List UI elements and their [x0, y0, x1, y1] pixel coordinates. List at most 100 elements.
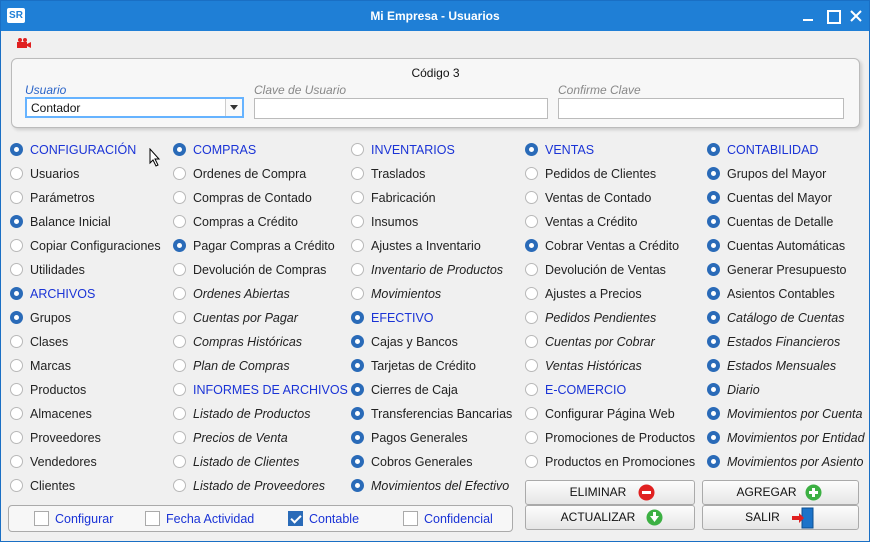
- section-header-label[interactable]: ARCHIVOS: [30, 287, 95, 301]
- title-bar[interactable]: SR Mi Empresa - Usuarios: [1, 1, 869, 31]
- radio-unchecked[interactable]: [10, 191, 23, 204]
- permission-label[interactable]: Precios de Venta: [193, 431, 288, 445]
- radio-unchecked[interactable]: [10, 335, 23, 348]
- section-header-label[interactable]: INVENTARIOS: [371, 143, 455, 157]
- section-header-label[interactable]: EFECTIVO: [371, 311, 434, 325]
- usuario-select[interactable]: Contador: [25, 97, 244, 118]
- radio-checked[interactable]: [351, 359, 364, 372]
- permission-label[interactable]: Ajustes a Inventario: [371, 239, 481, 253]
- radio-checked[interactable]: [707, 143, 720, 156]
- permission-label[interactable]: Clases: [30, 335, 68, 349]
- fecha-actividad-checkbox[interactable]: [145, 511, 160, 526]
- confidencial-label[interactable]: Confidencial: [424, 512, 493, 526]
- salir-button[interactable]: SALIR: [702, 505, 859, 530]
- permission-label[interactable]: Productos en Promociones: [545, 455, 695, 469]
- radio-unchecked[interactable]: [351, 191, 364, 204]
- radio-unchecked[interactable]: [10, 263, 23, 276]
- camera-icon[interactable]: [16, 37, 32, 49]
- contable-checkbox[interactable]: [288, 511, 303, 526]
- permission-label[interactable]: Ventas a Crédito: [545, 215, 637, 229]
- fecha-actividad-label[interactable]: Fecha Actividad: [166, 512, 254, 526]
- permission-label[interactable]: Compras de Contado: [193, 191, 312, 205]
- permission-label[interactable]: Pagar Compras a Crédito: [193, 239, 335, 253]
- permission-label[interactable]: Generar Presupuesto: [727, 263, 847, 277]
- permission-label[interactable]: Ajustes a Precios: [545, 287, 642, 301]
- radio-unchecked[interactable]: [351, 239, 364, 252]
- radio-unchecked[interactable]: [173, 191, 186, 204]
- radio-unchecked[interactable]: [173, 287, 186, 300]
- permission-label[interactable]: Movimientos por Entidad: [727, 431, 865, 445]
- permission-label[interactable]: Listado de Productos: [193, 407, 310, 421]
- permission-label[interactable]: Pedidos de Clientes: [545, 167, 656, 181]
- radio-unchecked[interactable]: [173, 455, 186, 468]
- permission-label[interactable]: Devolución de Ventas: [545, 263, 666, 277]
- radio-checked[interactable]: [10, 143, 23, 156]
- permission-label[interactable]: Grupos: [30, 311, 71, 325]
- permission-label[interactable]: Almacenes: [30, 407, 92, 421]
- radio-unchecked[interactable]: [173, 215, 186, 228]
- radio-checked[interactable]: [10, 287, 23, 300]
- section-header-label[interactable]: VENTAS: [545, 143, 594, 157]
- radio-checked[interactable]: [525, 239, 538, 252]
- radio-checked[interactable]: [707, 167, 720, 180]
- radio-unchecked[interactable]: [173, 311, 186, 324]
- radio-unchecked[interactable]: [525, 335, 538, 348]
- permission-label[interactable]: Insumos: [371, 215, 418, 229]
- radio-unchecked[interactable]: [10, 239, 23, 252]
- radio-checked[interactable]: [707, 311, 720, 324]
- permission-label[interactable]: Cierres de Caja: [371, 383, 458, 397]
- radio-checked[interactable]: [173, 143, 186, 156]
- permission-label[interactable]: Promociones de Productos: [545, 431, 695, 445]
- radio-unchecked[interactable]: [351, 167, 364, 180]
- radio-unchecked[interactable]: [10, 431, 23, 444]
- permission-label[interactable]: Cobrar Ventas a Crédito: [545, 239, 679, 253]
- configurar-label[interactable]: Configurar: [55, 512, 113, 526]
- permission-label[interactable]: Listado de Proveedores: [193, 479, 325, 493]
- agregar-button[interactable]: AGREGAR: [702, 480, 859, 505]
- radio-unchecked[interactable]: [525, 287, 538, 300]
- permission-label[interactable]: Parámetros: [30, 191, 95, 205]
- radio-unchecked[interactable]: [525, 263, 538, 276]
- maximize-button[interactable]: [823, 7, 841, 25]
- radio-unchecked[interactable]: [173, 359, 186, 372]
- permission-label[interactable]: Cuentas por Cobrar: [545, 335, 655, 349]
- radio-checked[interactable]: [351, 479, 364, 492]
- chevron-down-icon[interactable]: [225, 99, 242, 116]
- radio-checked[interactable]: [10, 215, 23, 228]
- permission-label[interactable]: Asientos Contables: [727, 287, 835, 301]
- radio-unchecked[interactable]: [173, 335, 186, 348]
- permission-label[interactable]: Cuentas del Mayor: [727, 191, 832, 205]
- radio-unchecked[interactable]: [173, 167, 186, 180]
- radio-checked[interactable]: [707, 263, 720, 276]
- minimize-button[interactable]: [799, 7, 817, 25]
- permission-label[interactable]: Movimientos: [371, 287, 441, 301]
- radio-checked[interactable]: [173, 239, 186, 252]
- radio-unchecked[interactable]: [173, 263, 186, 276]
- radio-checked[interactable]: [707, 431, 720, 444]
- permission-label[interactable]: Traslados: [371, 167, 425, 181]
- permission-label[interactable]: Copiar Configuraciones: [30, 239, 161, 253]
- permission-label[interactable]: Movimientos por Asiento: [727, 455, 863, 469]
- radio-unchecked[interactable]: [525, 383, 538, 396]
- radio-unchecked[interactable]: [525, 191, 538, 204]
- radio-checked[interactable]: [351, 431, 364, 444]
- radio-unchecked[interactable]: [525, 215, 538, 228]
- radio-unchecked[interactable]: [173, 431, 186, 444]
- permission-label[interactable]: Cuentas de Detalle: [727, 215, 833, 229]
- permission-label[interactable]: Estados Financieros: [727, 335, 840, 349]
- confidencial-checkbox[interactable]: [403, 511, 418, 526]
- permission-label[interactable]: Catálogo de Cuentas: [727, 311, 844, 325]
- permission-label[interactable]: Ventas Históricas: [545, 359, 642, 373]
- permission-label[interactable]: Devolución de Compras: [193, 263, 326, 277]
- radio-unchecked[interactable]: [525, 407, 538, 420]
- radio-checked[interactable]: [707, 335, 720, 348]
- radio-checked[interactable]: [351, 455, 364, 468]
- permission-label[interactable]: Ventas de Contado: [545, 191, 651, 205]
- clave-input[interactable]: [254, 98, 548, 119]
- section-header-label[interactable]: CONFIGURACIÓN: [30, 143, 136, 157]
- permission-label[interactable]: Utilidades: [30, 263, 85, 277]
- radio-checked[interactable]: [707, 359, 720, 372]
- eliminar-button[interactable]: ELIMINAR: [525, 480, 695, 505]
- radio-unchecked[interactable]: [173, 479, 186, 492]
- radio-unchecked[interactable]: [525, 359, 538, 372]
